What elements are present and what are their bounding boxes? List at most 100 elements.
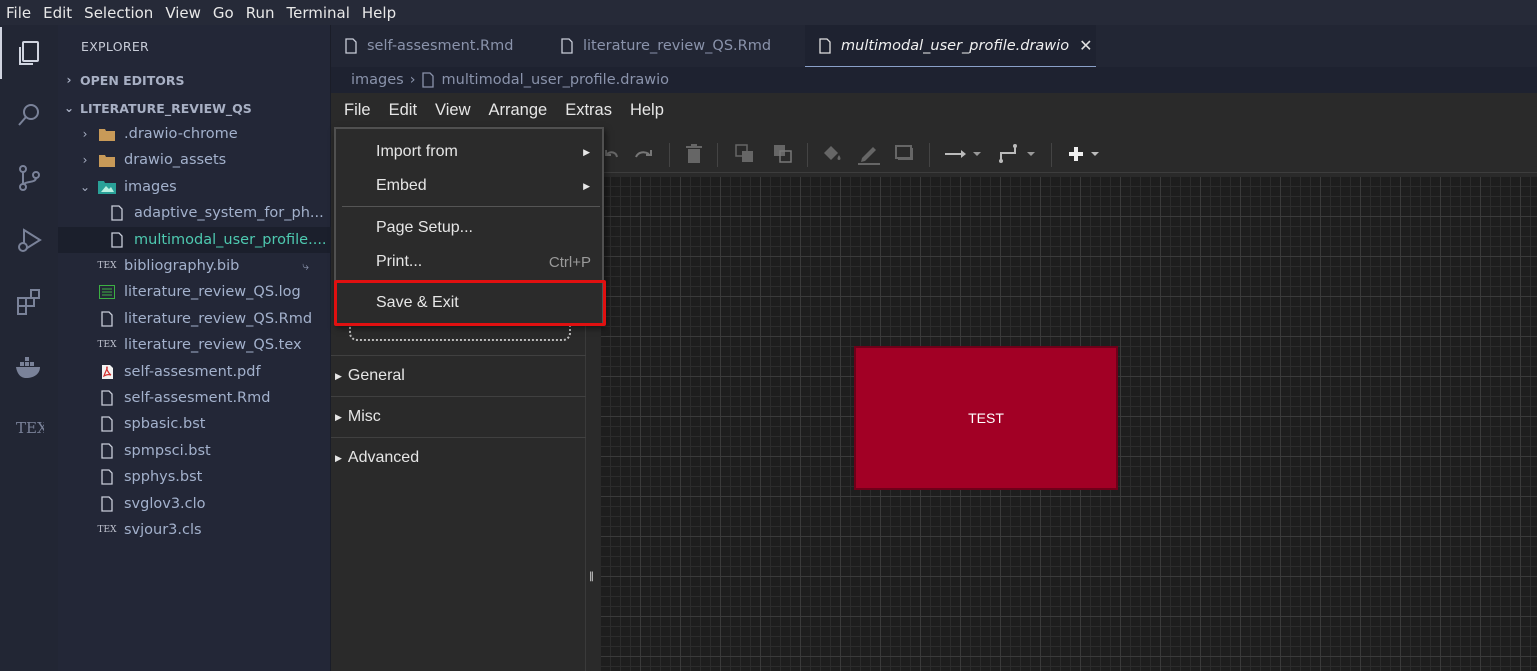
- tree-item-drawio-chrome[interactable]: › .drawio-chrome: [58, 121, 331, 147]
- insert-button[interactable]: [1067, 135, 1107, 173]
- tree-item-drawio-assets[interactable]: › drawio_assets: [58, 147, 331, 173]
- tree-item-self-rmd[interactable]: self-assesment.Rmd: [58, 385, 331, 411]
- section-label: Advanced: [347, 449, 420, 466]
- to-front-icon: [735, 144, 753, 162]
- tree-item-svglov3[interactable]: svglov3.clo: [58, 491, 331, 517]
- tree-item-label: self-assesment.Rmd: [124, 390, 271, 406]
- app-menubar: File Edit Selection View Go Run Terminal…: [0, 0, 1537, 25]
- tree-item-adaptive-system[interactable]: adaptive_system_for_ph...: [58, 200, 331, 226]
- open-editors-label: OPEN EDITORS: [80, 72, 185, 88]
- tab-multimodal-drawio[interactable]: multimodal_user_profile.drawio ✕: [805, 25, 1096, 67]
- breadcrumb-folder[interactable]: images: [351, 72, 404, 88]
- panel-section-advanced[interactable]: ▶ Advanced: [331, 437, 586, 478]
- fill-color-button[interactable]: [821, 135, 843, 173]
- tree-item-label: bibliography.bib: [124, 258, 240, 274]
- tree-item-label: literature_review_QS.log: [124, 284, 301, 300]
- tree-item-label: literature_review_QS.Rmd: [124, 311, 313, 327]
- waypoints-button[interactable]: [997, 135, 1039, 173]
- source-control-activity-button[interactable]: [0, 152, 58, 204]
- tree-item-svjour3[interactable]: TEX svjour3.cls: [58, 517, 331, 543]
- tab-literature-review-rmd[interactable]: literature_review_QS.Rmd: [561, 25, 771, 67]
- drawio-menu-view[interactable]: View: [435, 101, 470, 120]
- chevron-right-icon: ›: [82, 127, 88, 141]
- menu-item-embed[interactable]: Embed ▶: [336, 169, 602, 203]
- menu-go[interactable]: Go: [213, 4, 234, 22]
- explorer-activity-button[interactable]: [0, 27, 58, 79]
- open-editors-section[interactable]: › OPEN EDITORS: [58, 69, 331, 91]
- tab-self-assesment-rmd[interactable]: self-assesment.Rmd: [345, 25, 513, 67]
- activity-bar: TEX: [0, 25, 58, 671]
- to-back-button[interactable]: [773, 135, 793, 173]
- file-icon: [98, 416, 116, 432]
- breadcrumb: images › multimodal_user_profile.drawio: [331, 67, 1537, 93]
- tex-file-icon: TEX: [97, 340, 117, 350]
- symlink-icon: ⤷: [302, 258, 309, 273]
- plus-icon: [1069, 147, 1099, 161]
- chevron-right-icon: ›: [409, 72, 416, 88]
- panel-section-general[interactable]: ▶ General: [331, 355, 586, 396]
- file-icon: [345, 38, 357, 54]
- to-front-button[interactable]: [735, 135, 755, 173]
- line-color-button[interactable]: [857, 135, 881, 173]
- breadcrumb-file[interactable]: multimodal_user_profile.drawio: [442, 72, 670, 88]
- tree-item-images[interactable]: ⌄ images: [58, 174, 331, 200]
- menu-file[interactable]: File: [6, 4, 31, 22]
- docker-icon: [16, 357, 40, 378]
- tree-item-self-pdf[interactable]: self-assesment.pdf: [58, 359, 331, 385]
- pdf-file-icon: [98, 364, 116, 380]
- run-debug-activity-button[interactable]: [0, 214, 58, 266]
- tree-item-spmpsci[interactable]: spmpsci.bst: [58, 438, 331, 464]
- folder-icon: [98, 152, 116, 168]
- menu-view[interactable]: View: [165, 4, 201, 22]
- tree-item-lit-rmd[interactable]: literature_review_QS.Rmd: [58, 306, 331, 332]
- menu-selection[interactable]: Selection: [84, 4, 153, 22]
- drawio-menu-extras[interactable]: Extras: [565, 101, 612, 120]
- extensions-activity-button[interactable]: [0, 276, 58, 328]
- delete-button[interactable]: [685, 135, 703, 173]
- close-icon[interactable]: ✕: [1079, 36, 1092, 55]
- menu-run[interactable]: Run: [246, 4, 275, 22]
- shape-label: TEST: [968, 410, 1004, 426]
- menu-item-page-setup[interactable]: Page Setup...: [336, 211, 602, 245]
- tree-item-spbasic[interactable]: spbasic.bst: [58, 411, 331, 437]
- menu-terminal[interactable]: Terminal: [287, 4, 350, 22]
- search-activity-button[interactable]: [0, 89, 58, 141]
- menu-help[interactable]: Help: [362, 4, 396, 22]
- redo-button[interactable]: [633, 135, 655, 173]
- project-section[interactable]: ⌄ LITERATURE_REVIEW_QS: [58, 97, 331, 119]
- editor-tab-bar: self-assesment.Rmd literature_review_QS.…: [331, 25, 1537, 67]
- panel-splitter-handle[interactable]: ‖: [589, 571, 594, 582]
- menu-item-import-from[interactable]: Import from ▶: [336, 135, 602, 169]
- file-icon: [819, 37, 831, 54]
- menu-edit[interactable]: Edit: [43, 4, 72, 22]
- file-icon: [98, 469, 116, 485]
- panel-section-misc[interactable]: ▶ Misc: [331, 396, 586, 437]
- connection-style-button[interactable]: [943, 135, 985, 173]
- tex-icon: TEX: [16, 419, 44, 437]
- file-icon: [561, 38, 573, 54]
- tex-activity-button[interactable]: TEX: [0, 401, 58, 453]
- tree-item-multimodal-user-profile[interactable]: multimodal_user_profile....: [58, 227, 331, 253]
- drawio-menu-help[interactable]: Help: [630, 101, 664, 120]
- tree-item-bibliography[interactable]: TEX bibliography.bib ⤷: [58, 253, 331, 279]
- undo-icon: [605, 150, 618, 158]
- drawio-menubar: File Edit View Arrange Extras Help: [331, 93, 1537, 127]
- tree-item-label: svglov3.clo: [124, 496, 206, 512]
- diagram-shape-rectangle[interactable]: TEST: [854, 346, 1118, 490]
- shadow-button[interactable]: [895, 135, 915, 173]
- tree-item-lit-tex[interactable]: TEX literature_review_QS.tex: [58, 332, 331, 358]
- drawio-menu-file[interactable]: File: [344, 101, 371, 120]
- file-icon: [98, 496, 116, 512]
- drawio-menu-edit[interactable]: Edit: [389, 101, 417, 120]
- source-control-icon: [19, 165, 40, 191]
- diagram-canvas[interactable]: TEST: [601, 177, 1537, 671]
- undo-button[interactable]: [603, 135, 621, 173]
- tree-item-spphys[interactable]: spphys.bst: [58, 464, 331, 490]
- tree-item-label: spbasic.bst: [124, 416, 206, 432]
- docker-activity-button[interactable]: [0, 341, 58, 393]
- tree-item-label: .drawio-chrome: [124, 126, 238, 142]
- drawio-menu-arrange[interactable]: Arrange: [489, 101, 548, 120]
- tree-item-label: multimodal_user_profile....: [134, 232, 327, 248]
- menu-item-print[interactable]: Print... Ctrl+P: [336, 245, 602, 279]
- tree-item-log[interactable]: literature_review_QS.log: [58, 279, 331, 305]
